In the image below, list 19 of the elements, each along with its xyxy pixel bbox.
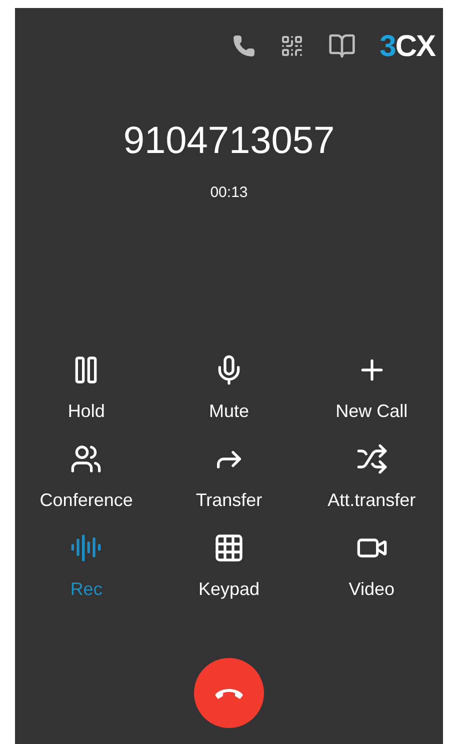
hang-up-icon [214,686,244,700]
call-action-button[interactable]: Video [300,532,443,603]
call-action-button[interactable]: Hold [15,354,158,425]
book-icon[interactable] [328,32,356,60]
phone-number: 9104713057 [123,119,335,164]
call-duration: 00:13 [210,182,248,202]
people-icon [70,443,102,475]
call-action-button[interactable]: Mute [158,354,300,425]
logo: 3CX [380,28,435,64]
keypad-icon [212,532,245,564]
call-action-button[interactable]: Att.transfer [300,443,443,514]
phone-icon[interactable] [232,34,256,58]
qr-code-icon[interactable] [280,34,304,58]
sound-wave-icon [70,532,102,564]
call-action-button[interactable]: New Call [300,354,443,425]
call-action-button[interactable]: Conference [15,443,158,514]
call-action-button[interactable]: Keypad [158,532,300,603]
call-action-button[interactable]: Transfer [158,443,300,514]
crossed-arrows-icon [356,443,388,475]
